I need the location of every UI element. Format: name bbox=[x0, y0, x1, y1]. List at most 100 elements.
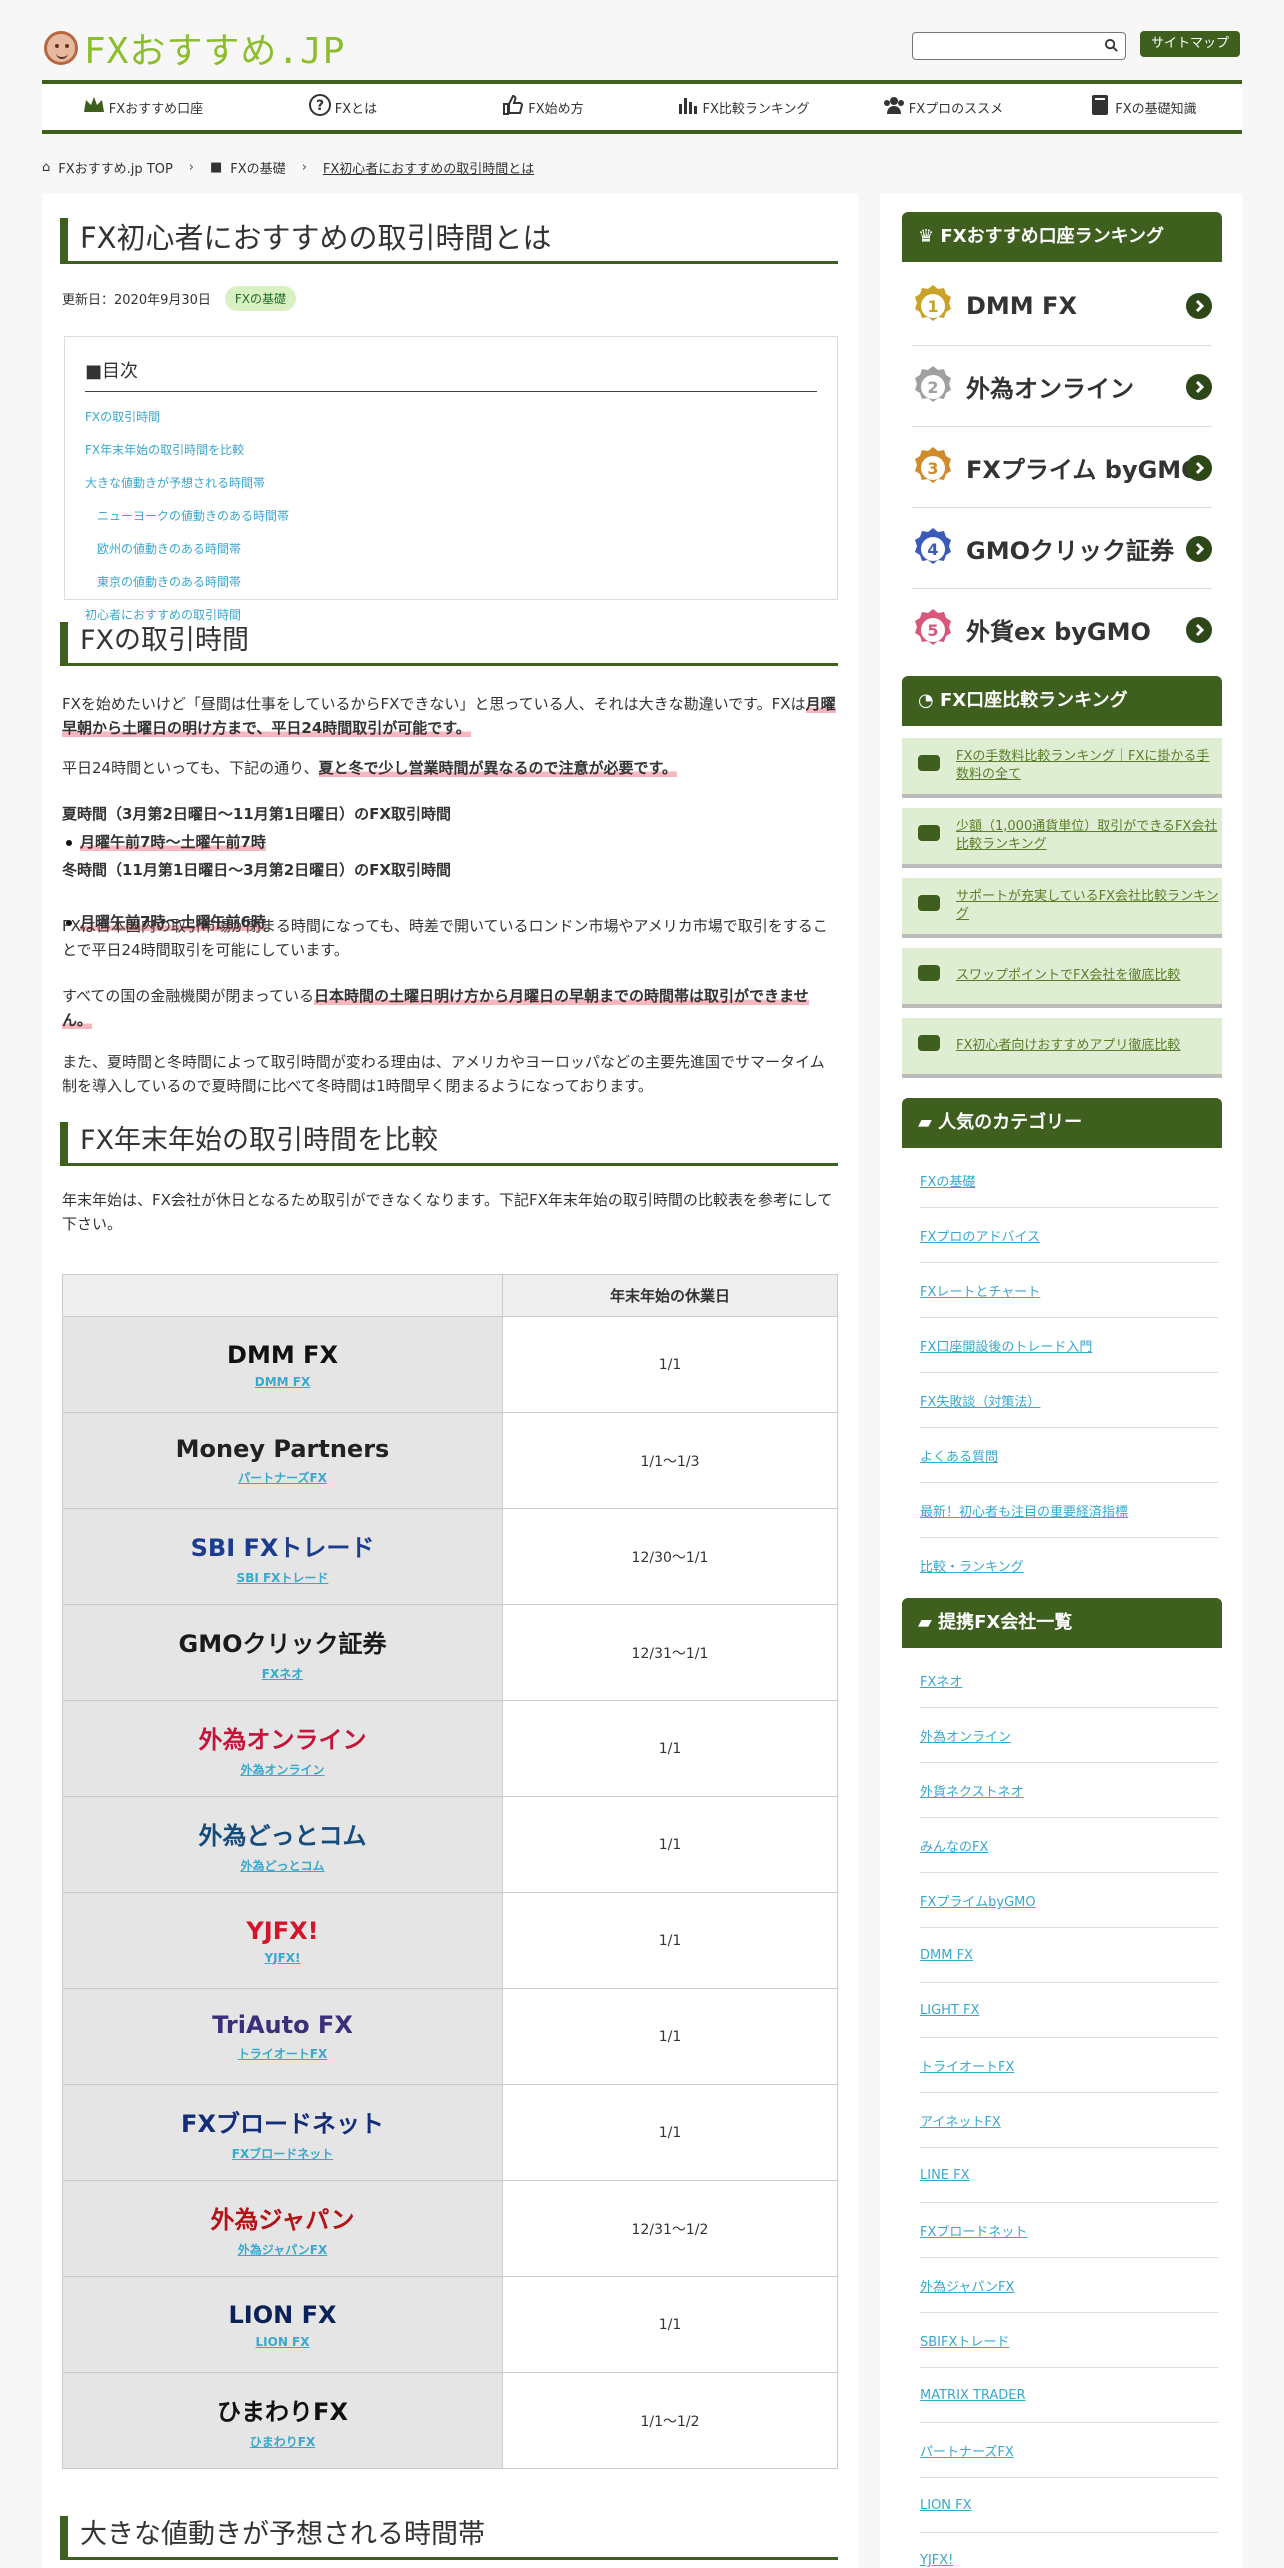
broker-logo[interactable]: GMOクリック証券 bbox=[179, 1624, 387, 1659]
partner-link[interactable]: SBIFXトレード bbox=[920, 2314, 1218, 2368]
nav-item-6[interactable]: FXの基礎知識 bbox=[1042, 84, 1242, 130]
nav-item-5[interactable]: FXプロのススメ bbox=[842, 84, 1042, 130]
breadcrumb-category[interactable]: FXの基礎 bbox=[230, 158, 285, 177]
partner-link[interactable]: LINE FX bbox=[920, 2149, 1218, 2203]
partner-link[interactable]: パートナーズFX bbox=[920, 2424, 1218, 2478]
holiday-cell: 1/1 bbox=[502, 1700, 838, 1797]
partner-link[interactable]: アイネットFX bbox=[920, 2094, 1218, 2148]
broker-logo[interactable]: TriAuto FX bbox=[212, 2011, 353, 2039]
chevron-right-icon[interactable] bbox=[1186, 616, 1212, 643]
broker-link[interactable]: FXネオ bbox=[63, 1665, 502, 1682]
section-heading-year-end: FX年末年始の取引時間を比較 bbox=[60, 1122, 838, 1166]
rank-item-2[interactable]: 2 外為オンライン bbox=[912, 347, 1212, 427]
toc-link[interactable]: FX年末年始の取引時間を比較 bbox=[85, 441, 817, 458]
broker-logo[interactable]: DMM FX bbox=[227, 1341, 338, 1369]
comparison-link-4[interactable]: スワップポイントでFX会社を徹底比較 bbox=[902, 948, 1222, 1008]
chevron-right-icon[interactable] bbox=[1186, 292, 1212, 319]
nav-item-label: FXとは bbox=[334, 101, 378, 117]
toc-link[interactable]: 初心者におすすめの取引時間 bbox=[85, 606, 817, 623]
nav-item-3[interactable]: FX始め方 bbox=[442, 84, 642, 130]
partner-link[interactable]: FXネオ bbox=[920, 1654, 1218, 1708]
category-link[interactable]: よくある質問 bbox=[920, 1429, 1218, 1483]
rank-medal-icon: 3 bbox=[912, 445, 954, 491]
broker-logo[interactable]: Money Partners bbox=[176, 1435, 390, 1463]
table-row: 外為オンライン 外為オンライン 1/1 bbox=[62, 1700, 838, 1797]
partner-link[interactable]: LIGHT FX bbox=[920, 1984, 1218, 2038]
partner-link[interactable]: YJFX! bbox=[920, 2534, 1218, 2568]
category-link[interactable]: FXの基礎 bbox=[920, 1154, 1218, 1208]
paragraph-summer-time: また、夏時間と冬時間によって取引時間が変わる理由は、アメリカやヨーロッパなどの主… bbox=[62, 1053, 825, 1095]
category-link[interactable]: FX失敗談（対策法） bbox=[920, 1374, 1218, 1428]
comparison-link-2[interactable]: 少額（1,000通貨単位）取引ができるFX会社比較ランキング bbox=[902, 808, 1222, 868]
broker-logo[interactable]: ひまわりFX bbox=[217, 2392, 348, 2427]
toc-link[interactable]: 欧州の値動きのある時間帯 bbox=[85, 540, 817, 557]
broker-link[interactable]: 外為どっとコム bbox=[63, 1857, 502, 1874]
partner-link[interactable]: 外貨ネクストネオ bbox=[920, 1764, 1218, 1818]
holiday-cell: 1/1～1/3 bbox=[502, 1412, 838, 1509]
partner-link[interactable]: LION FX bbox=[920, 2479, 1218, 2533]
breadcrumb-current[interactable]: FX初心者におすすめの取引時間とは bbox=[323, 158, 534, 177]
broker-link[interactable]: パートナーズFX bbox=[63, 1469, 502, 1486]
toc-link[interactable]: ニューヨークの値動きのある時間帯 bbox=[85, 507, 817, 524]
broker-logo[interactable]: FXブロードネット bbox=[181, 2104, 384, 2139]
broker-logo[interactable]: 外為オンライン bbox=[199, 1720, 367, 1755]
paragraph-markets: FXは日本国内の取引市場が閉まる時間になっても、時差で開いているロンドン市場やア… bbox=[62, 917, 828, 959]
broker-link[interactable]: YJFX! bbox=[63, 1951, 502, 1965]
partner-link[interactable]: DMM FX bbox=[920, 1929, 1218, 1983]
partner-link[interactable]: 外為オンライン bbox=[920, 1709, 1218, 1763]
pie-chart-icon: ◔ bbox=[918, 690, 940, 711]
broker-logo[interactable]: LION FX bbox=[229, 2301, 337, 2329]
partner-label: トライオートFX bbox=[920, 2060, 1015, 2075]
paragraph-closed: すべての国の金融機関が閉まっている日本時間の土曜日明け方から月曜日の早朝までの時… bbox=[62, 987, 809, 1029]
toc-link[interactable]: 東京の値動きのある時間帯 bbox=[85, 573, 817, 590]
partner-link[interactable]: みんなのFX bbox=[920, 1819, 1218, 1873]
comparison-link-1[interactable]: FXの手数料比較ランキング｜FXに掛かる手数料の全て bbox=[902, 738, 1222, 798]
chevron-right-icon[interactable] bbox=[1186, 535, 1212, 562]
partner-link[interactable]: MATRIX TRADER bbox=[920, 2369, 1218, 2423]
category-link[interactable]: FXプロのアドバイス bbox=[920, 1209, 1218, 1263]
broker-link[interactable]: 外為オンライン bbox=[63, 1761, 502, 1778]
broker-link[interactable]: 外為ジャパンFX bbox=[63, 2241, 502, 2258]
chevron-right-icon[interactable] bbox=[1186, 373, 1212, 400]
broker-logo[interactable]: YJFX! bbox=[246, 1917, 318, 1945]
category-link[interactable]: FX口座開設後のトレード入門 bbox=[920, 1319, 1218, 1373]
rank-item-3[interactable]: 3 FXプライム byGMO bbox=[912, 428, 1212, 508]
breadcrumb-home[interactable]: FXおすすめ.jp TOP bbox=[58, 158, 173, 177]
broker-link[interactable]: ひまわりFX bbox=[63, 2433, 502, 2450]
category-link[interactable]: 比較・ランキング bbox=[920, 1539, 1218, 1593]
partner-link[interactable]: 外為ジャパンFX bbox=[920, 2259, 1218, 2313]
rank-brand: GMOクリック証券 bbox=[966, 537, 1174, 565]
broker-logo[interactable]: 外為どっとコム bbox=[199, 1816, 367, 1851]
broker-logo-cell: SBI FXトレード SBI FXトレード bbox=[62, 1508, 503, 1605]
partner-link[interactable]: FXブロードネット bbox=[920, 2204, 1218, 2258]
rank-item-1[interactable]: 1 DMM FX bbox=[912, 266, 1212, 346]
category-link[interactable]: FXレートとチャート bbox=[920, 1264, 1218, 1318]
broker-link[interactable]: トライオートFX bbox=[63, 2045, 502, 2062]
search-input[interactable] bbox=[912, 32, 1126, 60]
chevron-right-icon[interactable] bbox=[1186, 454, 1212, 481]
broker-link[interactable]: FXブロードネット bbox=[63, 2145, 502, 2162]
partner-link[interactable]: FXプライムbyGMO bbox=[920, 1874, 1218, 1928]
broker-logo-cell: 外為オンライン 外為オンライン bbox=[62, 1700, 503, 1797]
broker-link[interactable]: SBI FXトレード bbox=[63, 1569, 502, 1586]
rank-item-4[interactable]: 4 GMOクリック証券 bbox=[912, 509, 1212, 589]
broker-logo[interactable]: 外為ジャパン bbox=[211, 2200, 355, 2235]
nav-item-4[interactable]: FX比較ランキング bbox=[642, 84, 842, 130]
comparison-link-5[interactable]: FX初心者向けおすすめアプリ徹底比較 bbox=[902, 1018, 1222, 1078]
table-row: 外為どっとコム 外為どっとコム 1/1 bbox=[62, 1796, 838, 1893]
broker-logo[interactable]: SBI FXトレード bbox=[191, 1528, 375, 1563]
search-icon[interactable] bbox=[1104, 38, 1119, 53]
category-tag[interactable]: FXの基礎 bbox=[224, 286, 297, 311]
nav-item-1[interactable]: FXおすすめ口座 bbox=[42, 84, 242, 130]
nav-item-2[interactable]: ? FXとは bbox=[242, 84, 442, 130]
toc-link[interactable]: FXの取引時間 bbox=[85, 408, 817, 425]
comparison-link-3[interactable]: サポートが充実しているFX会社比較ランキング bbox=[902, 878, 1222, 938]
sitemap-button[interactable]: サイトマップ bbox=[1140, 31, 1240, 57]
broker-link[interactable]: DMM FX bbox=[63, 1375, 502, 1389]
rank-item-5[interactable]: 5 外貨ex byGMO bbox=[912, 590, 1212, 670]
site-logo[interactable]: FXおすすめ.JP bbox=[44, 22, 345, 74]
partner-link[interactable]: トライオートFX bbox=[920, 2039, 1218, 2093]
category-link[interactable]: 最新！初心者も注目の重要経済指標 bbox=[920, 1484, 1218, 1538]
toc-link[interactable]: 大きな値動きが予想される時間帯 bbox=[85, 474, 817, 491]
broker-link[interactable]: LION FX bbox=[63, 2335, 502, 2349]
